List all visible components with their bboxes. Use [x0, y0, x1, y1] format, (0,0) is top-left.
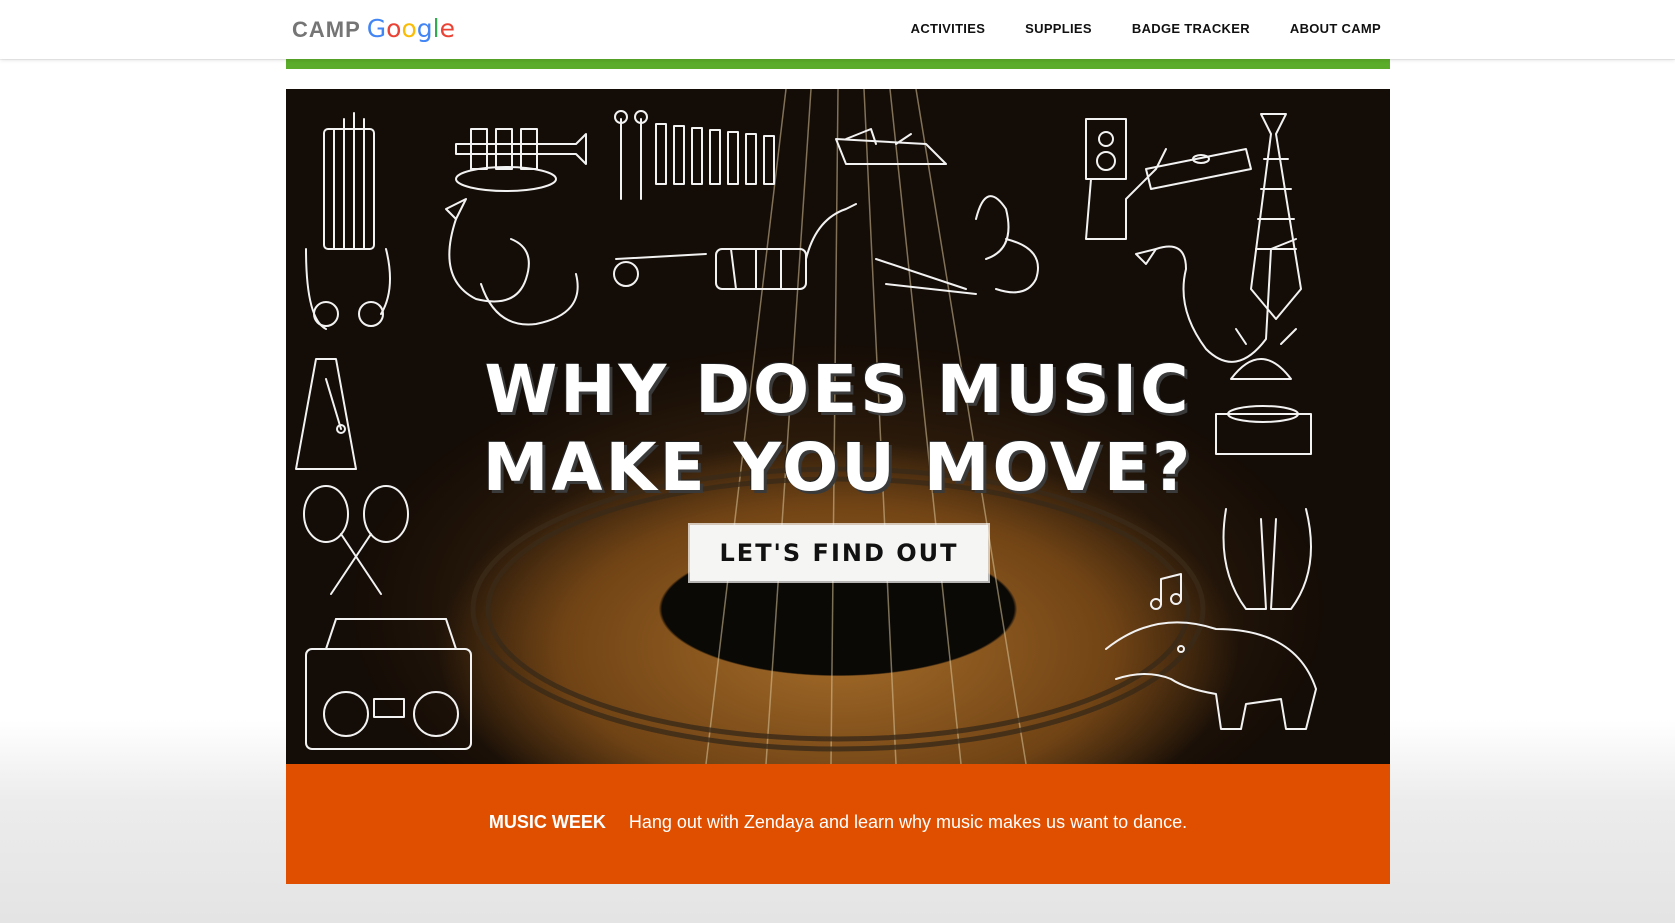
drum-trombone-icon — [613, 203, 857, 290]
trumpet-icon — [455, 128, 587, 192]
hero-banner[interactable]: WHY DOES MUSIC MAKE YOU MOVE? LET'S FIND… — [286, 89, 1390, 764]
hero-title: WHY DOES MUSIC MAKE YOU MOVE? — [286, 351, 1390, 507]
band-description: Hang out with Zendaya and learn why musi… — [628, 812, 1188, 832]
airplane-shoe-icon — [835, 128, 947, 165]
umbrella-flute-icon — [875, 195, 1039, 295]
site-header: CAMP Google ACTIVITIES SUPPLIES BADGE TR… — [0, 0, 1675, 59]
pan-pipes-icon — [305, 112, 391, 330]
nav-supplies[interactable]: SUPPLIES — [1025, 21, 1092, 36]
logo-camp-text: CAMP — [292, 17, 361, 42]
speaker-person-icon — [1085, 118, 1167, 240]
band-label: MUSIC WEEK — [488, 812, 606, 832]
lets-find-out-button[interactable]: LET'S FIND OUT — [690, 525, 988, 581]
nav-activities[interactable]: ACTIVITIES — [911, 21, 986, 36]
nav-about-camp[interactable]: ABOUT CAMP — [1290, 21, 1381, 36]
accent-bar — [286, 59, 1390, 69]
music-week-band[interactable]: MUSIC WEEK Hang out with Zendaya and lea… — [286, 764, 1390, 884]
main-nav: ACTIVITIES SUPPLIES BADGE TRACKER ABOUT … — [911, 21, 1381, 36]
piano-tie-icon — [1250, 113, 1302, 320]
duck-saxophone-icon — [1135, 238, 1297, 363]
cupped-hands-icon — [1222, 508, 1312, 610]
boombox-icon — [305, 618, 472, 750]
xylophone-icon — [614, 110, 775, 200]
band-content: MUSIC WEEK Hang out with Zendaya and lea… — [286, 812, 1390, 833]
french-horn-icon — [445, 198, 579, 326]
camp-google-logo[interactable]: CAMP Google — [292, 14, 455, 43]
hero-title-line-2: MAKE YOU MOVE? — [482, 429, 1194, 506]
hero-title-line-1: WHY DOES MUSIC — [484, 351, 1192, 428]
sound-hole-icon — [470, 466, 1206, 752]
nav-badge-tracker[interactable]: BADGE TRACKER — [1132, 21, 1250, 36]
logo-google-text: Google — [366, 14, 455, 43]
kazoo-icon — [1145, 148, 1252, 190]
